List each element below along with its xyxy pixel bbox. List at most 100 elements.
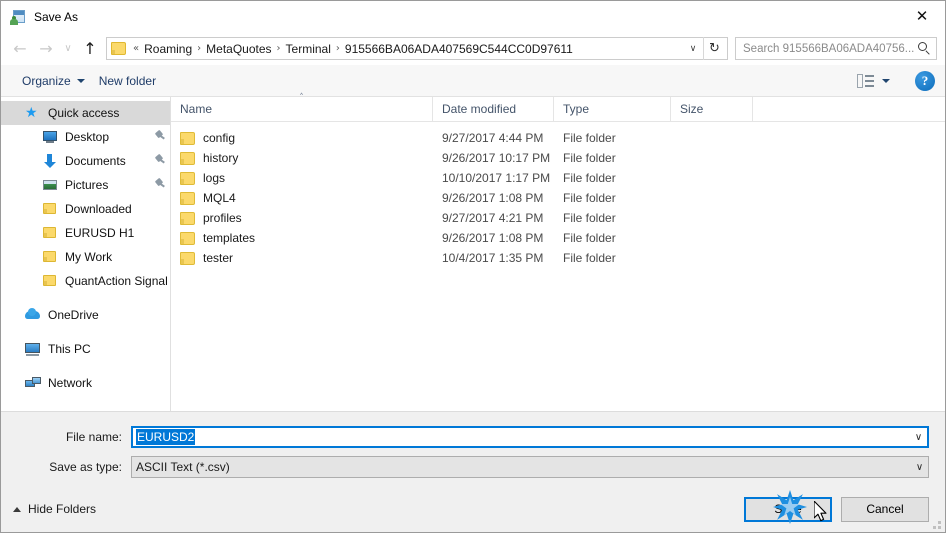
sidebar-item-desktop[interactable]: Desktop: [1, 125, 170, 149]
pin-icon[interactable]: [154, 131, 164, 143]
address-bar[interactable]: « Roaming › MetaQuotes › Terminal › 9155…: [106, 37, 728, 60]
title-bar: Save As ✕: [1, 1, 945, 32]
sidebar-item-label: Downloaded: [65, 202, 132, 216]
file-name-row: File name: EURUSD2 ∨: [17, 426, 929, 448]
save-as-type-value: ASCII Text (*.csv): [136, 460, 230, 474]
file-name-label: logs: [203, 171, 226, 185]
recent-locations-icon[interactable]: ∨: [59, 37, 77, 61]
save-as-type-select[interactable]: ASCII Text (*.csv) ∨: [131, 456, 929, 478]
chevron-down-icon[interactable]: ∨: [911, 462, 928, 473]
folder-icon: [42, 273, 58, 289]
search-box[interactable]: Search 915566BA06ADA40756...: [735, 37, 937, 60]
navigation-bar: ← → ∨ ↑ « Roaming › MetaQuotes › Termina…: [1, 32, 945, 65]
save-as-icon: [10, 9, 26, 25]
folder-icon: [180, 191, 195, 205]
file-name-cell: logs: [171, 171, 433, 185]
table-row[interactable]: profiles 9/27/2017 4:21 PM File folder: [171, 208, 945, 228]
column-header-size[interactable]: Size: [671, 97, 753, 121]
sidebar-item-label: EURUSD H1: [65, 226, 135, 240]
file-name-cell: config: [171, 131, 433, 145]
sidebar-item-label: Desktop: [65, 130, 110, 144]
sidebar-item-documents[interactable]: Documents: [1, 149, 170, 173]
table-row[interactable]: config 9/27/2017 4:44 PM File folder: [171, 128, 945, 148]
file-type-cell: File folder: [563, 131, 616, 145]
file-name-input[interactable]: EURUSD2 ∨: [131, 426, 929, 448]
dialog-footer: Hide Folders Save Cancel: [1, 486, 945, 532]
sidebar-item-network[interactable]: Network: [1, 371, 170, 395]
star-icon: ★: [25, 105, 38, 121]
sidebar-item-onedrive[interactable]: OneDrive: [1, 303, 170, 327]
refresh-icon[interactable]: ↻: [703, 37, 725, 60]
file-name-label: tester: [203, 251, 234, 265]
breadcrumb-separator: ›: [197, 43, 202, 54]
file-name-cell: MQL4: [171, 191, 433, 205]
file-type-cell: File folder: [563, 211, 616, 225]
forward-icon[interactable]: →: [33, 37, 59, 61]
sort-ascending-icon: ˄: [299, 93, 304, 103]
monitor-icon: [42, 129, 58, 145]
view-options-button[interactable]: [850, 70, 897, 92]
new-folder-label: New folder: [98, 73, 157, 88]
save-as-dialog: Save As ✕ ← → ∨ ↑ « Roaming › MetaQuotes…: [0, 0, 946, 533]
sidebar-item-pictures[interactable]: Pictures: [1, 173, 170, 197]
cloud-icon: [25, 307, 41, 323]
file-name-label: MQL4: [203, 191, 236, 205]
table-row[interactable]: history 9/26/2017 10:17 PM File folder: [171, 148, 945, 168]
file-type-row: Save as type: ASCII Text (*.csv) ∨: [17, 456, 929, 478]
file-type-cell: File folder: [563, 171, 616, 185]
help-button[interactable]: ?: [915, 70, 935, 91]
breadcrumb-terminal-id[interactable]: 915566BA06ADA407569C544CC0D97611: [342, 42, 576, 56]
pin-icon[interactable]: [154, 179, 164, 191]
folder-icon: [180, 131, 195, 145]
hide-folders-button[interactable]: Hide Folders: [13, 502, 96, 516]
file-name-cell: tester: [171, 251, 433, 265]
cancel-button[interactable]: Cancel: [841, 496, 929, 522]
pin-icon[interactable]: [154, 155, 164, 167]
save-button[interactable]: Save: [744, 496, 832, 522]
file-name-label: File name:: [65, 430, 122, 444]
file-list-pane: ˄ Name Date modified Type Size config 9/…: [171, 93, 945, 411]
sidebar-item-downloaded[interactable]: Downloaded: [1, 197, 170, 221]
breadcrumb-metaquotes[interactable]: MetaQuotes: [203, 42, 274, 56]
table-row[interactable]: templates 9/26/2017 1:08 PM File folder: [171, 228, 945, 248]
address-dropdown-icon[interactable]: ∨: [684, 38, 702, 59]
computer-icon: [25, 341, 41, 357]
up-icon[interactable]: ↑: [77, 37, 103, 61]
breadcrumb-roaming[interactable]: Roaming: [141, 42, 195, 56]
file-date-cell: 9/26/2017 1:08 PM: [442, 191, 544, 205]
organize-button[interactable]: Organize: [15, 70, 92, 92]
file-name-cell: history: [171, 151, 433, 165]
column-header-row: ˄ Name Date modified Type Size: [171, 93, 945, 122]
breadcrumb-terminal[interactable]: Terminal: [283, 42, 334, 56]
file-name-value[interactable]: EURUSD2: [136, 429, 196, 445]
sidebar-item-quantaction-signal[interactable]: QuantAction Signal: [1, 269, 170, 293]
network-icon: [25, 375, 41, 391]
file-name-cell: templates: [171, 231, 433, 245]
chevron-down-icon[interactable]: ∨: [910, 432, 927, 443]
chevron-down-icon: [76, 78, 85, 83]
back-icon[interactable]: ←: [7, 37, 33, 61]
sidebar-item-eurusd-h1[interactable]: EURUSD H1: [1, 221, 170, 245]
column-header-name[interactable]: ˄ Name: [171, 93, 433, 121]
sidebar-item-this-pc[interactable]: This PC: [1, 337, 170, 361]
column-header-date-modified[interactable]: Date modified: [433, 97, 554, 121]
column-header-label: Name: [180, 102, 213, 116]
close-icon[interactable]: ✕: [899, 1, 945, 32]
search-input[interactable]: Search 915566BA06ADA40756...: [743, 43, 918, 55]
table-row[interactable]: tester 10/4/2017 1:35 PM File folder: [171, 248, 945, 268]
file-name-label: history: [203, 151, 239, 165]
sidebar-item-label: My Work: [65, 250, 113, 264]
table-row[interactable]: MQL4 9/26/2017 1:08 PM File folder: [171, 188, 945, 208]
window-title: Save As: [34, 9, 79, 24]
new-folder-button[interactable]: New folder: [92, 70, 163, 92]
column-header-type[interactable]: Type: [554, 97, 671, 121]
navigation-sidebar: ★ Quick access Desktop Documents Picture…: [1, 97, 171, 411]
sidebar-item-quick-access[interactable]: ★ Quick access: [1, 101, 170, 125]
search-icon: [918, 42, 931, 55]
table-row[interactable]: logs 10/10/2017 1:17 PM File folder: [171, 168, 945, 188]
resize-grip[interactable]: [929, 517, 941, 529]
file-date-cell: 9/27/2017 4:44 PM: [442, 131, 544, 145]
sidebar-item-my-work[interactable]: My Work: [1, 245, 170, 269]
breadcrumb-overflow[interactable]: «: [131, 43, 141, 54]
sidebar-item-label: Documents: [65, 154, 126, 168]
